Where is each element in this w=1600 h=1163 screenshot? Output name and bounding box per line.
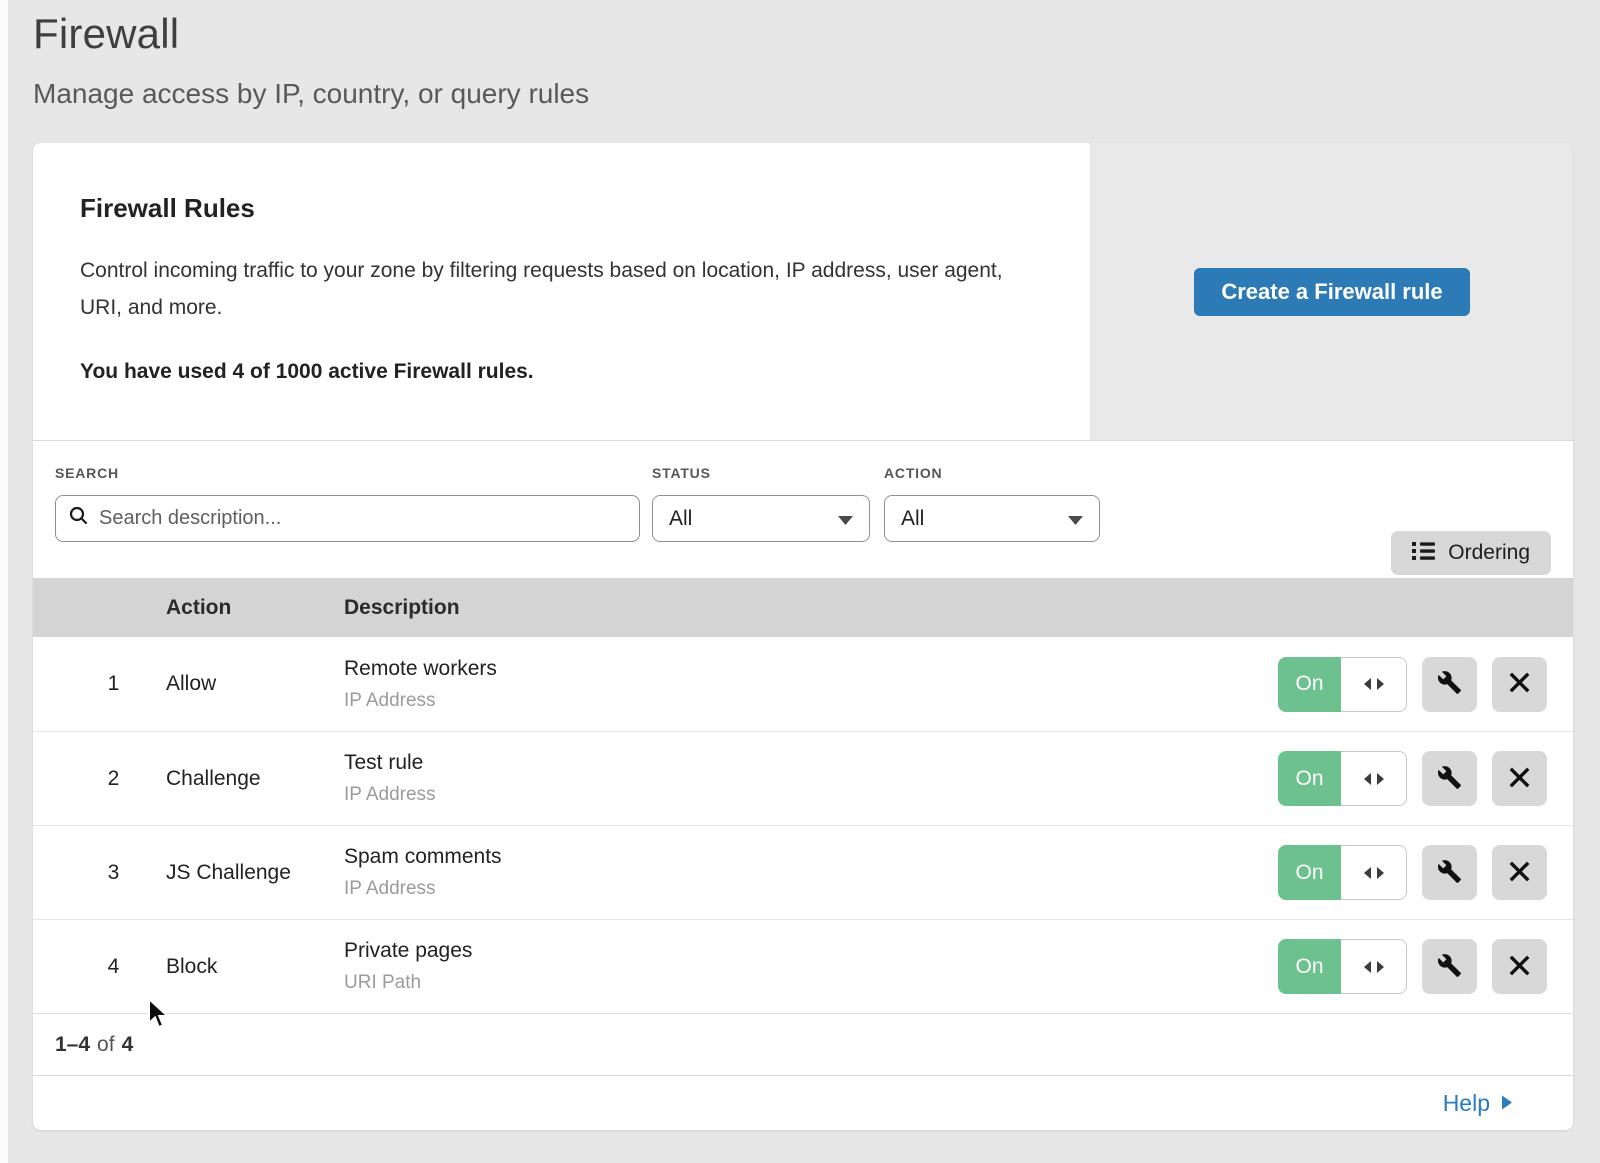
page-subtitle: Manage access by IP, country, or query r… <box>33 78 1600 110</box>
rule-description-cell: Private pages URI Path <box>344 939 1278 994</box>
rule-enabled-toggle[interactable]: On <box>1278 657 1407 712</box>
close-x-icon <box>1509 861 1530 885</box>
page-title: Firewall <box>33 10 1600 58</box>
rule-description: Test rule <box>344 751 1278 775</box>
rule-priority: 3 <box>33 861 166 885</box>
delete-rule-button[interactable] <box>1492 939 1547 994</box>
search-box[interactable] <box>55 495 640 542</box>
rule-action: Allow <box>166 672 344 696</box>
wrench-icon <box>1437 953 1462 981</box>
rule-enabled-toggle[interactable]: On <box>1278 751 1407 806</box>
page-header: Firewall Manage access by IP, country, o… <box>0 0 1600 110</box>
help-link[interactable]: Help <box>1443 1090 1513 1117</box>
edit-rule-button[interactable] <box>1422 657 1477 712</box>
status-select-value: All <box>669 507 692 531</box>
search-label: SEARCH <box>55 465 640 481</box>
close-x-icon <box>1509 955 1530 979</box>
rule-description-cell: Remote workers IP Address <box>344 657 1278 712</box>
create-rule-panel: Create a Firewall rule <box>1090 143 1573 440</box>
caret-right-icon <box>1501 1090 1513 1117</box>
wrench-icon <box>1437 765 1462 793</box>
rule-description-cell: Test rule IP Address <box>344 751 1278 806</box>
rule-field: IP Address <box>344 878 1278 900</box>
ordering-button[interactable]: Ordering <box>1391 531 1551 575</box>
card-footer: Help <box>33 1075 1573 1130</box>
table-row: 2 Challenge Test rule IP Address On <box>33 731 1573 825</box>
rule-field: IP Address <box>344 784 1278 806</box>
chevron-down-icon <box>838 507 853 531</box>
action-select-value: All <box>901 507 924 531</box>
status-label: STATUS <box>652 465 870 481</box>
rule-controls: On <box>1278 657 1547 712</box>
close-x-icon <box>1509 767 1530 791</box>
wrench-icon <box>1437 859 1462 887</box>
help-link-label: Help <box>1443 1090 1490 1117</box>
toggle-on-label: On <box>1278 939 1341 994</box>
rule-description: Remote workers <box>344 657 1278 681</box>
pagination-range: 1–4 <box>55 1033 90 1057</box>
rule-description-cell: Spam comments IP Address <box>344 845 1278 900</box>
left-right-arrows-icon <box>1341 845 1407 900</box>
edit-rule-button[interactable] <box>1422 939 1477 994</box>
close-x-icon <box>1509 672 1530 696</box>
list-icon <box>1412 541 1435 566</box>
rules-heading: Firewall Rules <box>80 193 1050 224</box>
delete-rule-button[interactable] <box>1492 845 1547 900</box>
delete-rule-button[interactable] <box>1492 657 1547 712</box>
rule-action: Block <box>166 955 344 979</box>
action-select[interactable]: All <box>884 495 1100 542</box>
rule-priority: 4 <box>33 955 166 979</box>
table-row: 1 Allow Remote workers IP Address On <box>33 637 1573 731</box>
window-edge <box>0 0 8 1163</box>
pagination-of: of <box>97 1033 115 1057</box>
rule-field: IP Address <box>344 690 1278 712</box>
ordering-button-label: Ordering <box>1448 541 1530 565</box>
action-label: ACTION <box>884 465 1100 481</box>
action-filter: ACTION All <box>884 465 1100 578</box>
rule-action: Challenge <box>166 767 344 791</box>
table-row: 3 JS Challenge Spam comments IP Address … <box>33 825 1573 919</box>
toggle-on-label: On <box>1278 751 1341 806</box>
toggle-on-label: On <box>1278 845 1341 900</box>
status-select[interactable]: All <box>652 495 870 542</box>
rule-enabled-toggle[interactable]: On <box>1278 845 1407 900</box>
pagination: 1–4 of 4 <box>33 1013 1573 1075</box>
search-filter: SEARCH <box>55 465 640 578</box>
chevron-down-icon <box>1068 507 1083 531</box>
rules-description: Control incoming traffic to your zone by… <box>80 252 1030 326</box>
rule-enabled-toggle[interactable]: On <box>1278 939 1407 994</box>
left-right-arrows-icon <box>1341 751 1407 806</box>
edit-rule-button[interactable] <box>1422 751 1477 806</box>
rule-field: URI Path <box>344 972 1278 994</box>
rules-usage-count: You have used 4 of 1000 active Firewall … <box>80 360 1050 384</box>
rule-controls: On <box>1278 845 1547 900</box>
status-filter: STATUS All <box>652 465 870 578</box>
rule-controls: On <box>1278 939 1547 994</box>
column-header-action: Action <box>166 596 344 620</box>
overview-section: Firewall Rules Control incoming traffic … <box>33 143 1573 440</box>
firewall-rules-card: Firewall Rules Control incoming traffic … <box>33 143 1573 1130</box>
overview-text: Firewall Rules Control incoming traffic … <box>33 143 1090 440</box>
edit-rule-button[interactable] <box>1422 845 1477 900</box>
left-right-arrows-icon <box>1341 657 1407 712</box>
toggle-on-label: On <box>1278 657 1341 712</box>
filters-bar: SEARCH STATUS All ACTION <box>33 440 1573 578</box>
rule-priority: 1 <box>33 672 166 696</box>
table-row: 4 Block Private pages URI Path On <box>33 919 1573 1013</box>
column-header-description: Description <box>344 596 460 620</box>
table-header: Action Description <box>33 578 1573 637</box>
create-firewall-rule-button[interactable]: Create a Firewall rule <box>1194 268 1469 316</box>
rule-priority: 2 <box>33 767 166 791</box>
wrench-icon <box>1437 670 1462 698</box>
pagination-total: 4 <box>122 1033 134 1057</box>
delete-rule-button[interactable] <box>1492 751 1547 806</box>
rule-action: JS Challenge <box>166 861 344 885</box>
rule-controls: On <box>1278 751 1547 806</box>
search-icon <box>69 506 89 531</box>
rule-description: Spam comments <box>344 845 1278 869</box>
left-right-arrows-icon <box>1341 939 1407 994</box>
search-input[interactable] <box>99 507 626 530</box>
rule-description: Private pages <box>344 939 1278 963</box>
